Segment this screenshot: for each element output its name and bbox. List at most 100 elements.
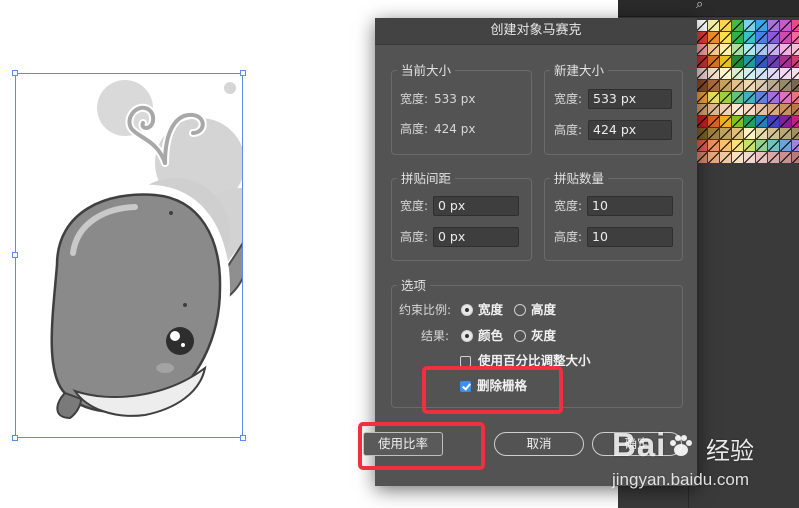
spacing-height-input[interactable]: 0 px: [433, 227, 519, 247]
color-swatch[interactable]: [768, 152, 779, 163]
color-swatch[interactable]: [720, 32, 731, 43]
color-swatch[interactable]: [768, 116, 779, 127]
color-swatch[interactable]: [792, 32, 799, 43]
color-swatch[interactable]: [756, 104, 767, 115]
color-swatch[interactable]: [708, 32, 719, 43]
color-swatch[interactable]: [792, 44, 799, 55]
color-swatch[interactable]: [696, 92, 707, 103]
color-swatch[interactable]: [732, 128, 743, 139]
color-swatch[interactable]: [696, 140, 707, 151]
new-height-input[interactable]: 424 px: [588, 120, 672, 140]
color-swatch[interactable]: [792, 116, 799, 127]
color-swatch[interactable]: [696, 80, 707, 91]
selection-handle[interactable]: [240, 435, 246, 441]
color-swatch[interactable]: [744, 32, 755, 43]
color-swatch[interactable]: [708, 152, 719, 163]
color-swatch[interactable]: [720, 104, 731, 115]
color-swatch[interactable]: [696, 44, 707, 55]
color-swatch[interactable]: [792, 140, 799, 151]
color-swatch[interactable]: [744, 128, 755, 139]
color-swatch[interactable]: [780, 20, 791, 31]
color-swatch[interactable]: [732, 80, 743, 91]
color-swatch[interactable]: [744, 68, 755, 79]
color-swatch[interactable]: [732, 152, 743, 163]
color-swatch[interactable]: [696, 32, 707, 43]
color-swatch[interactable]: [732, 104, 743, 115]
color-swatch[interactable]: [792, 104, 799, 115]
color-swatch[interactable]: [732, 116, 743, 127]
color-swatch[interactable]: [744, 152, 755, 163]
color-swatch[interactable]: [732, 32, 743, 43]
color-swatch[interactable]: [792, 152, 799, 163]
color-swatch[interactable]: [732, 140, 743, 151]
selection-bounding-box[interactable]: [15, 73, 243, 438]
selection-handle[interactable]: [240, 70, 246, 76]
color-swatch[interactable]: [744, 44, 755, 55]
selection-handle[interactable]: [12, 70, 18, 76]
cancel-button[interactable]: 取消: [494, 432, 584, 456]
selection-handle[interactable]: [12, 435, 18, 441]
color-swatch[interactable]: [768, 56, 779, 67]
constrain-height-label[interactable]: 高度: [531, 302, 556, 318]
spacing-width-input[interactable]: 0 px: [433, 196, 519, 216]
constrain-height-radio[interactable]: [514, 304, 526, 316]
constrain-width-label[interactable]: 宽度: [478, 302, 503, 318]
color-swatch[interactable]: [696, 68, 707, 79]
constrain-width-radio[interactable]: [461, 304, 473, 316]
color-swatch[interactable]: [708, 128, 719, 139]
color-swatch[interactable]: [744, 20, 755, 31]
color-swatch[interactable]: [792, 80, 799, 91]
color-swatch[interactable]: [744, 92, 755, 103]
color-swatch[interactable]: [780, 104, 791, 115]
color-swatch[interactable]: [708, 116, 719, 127]
color-swatch[interactable]: [756, 92, 767, 103]
color-swatch[interactable]: [756, 44, 767, 55]
color-swatch[interactable]: [768, 68, 779, 79]
color-swatch[interactable]: [720, 56, 731, 67]
count-width-input[interactable]: 10: [587, 196, 673, 216]
color-swatch[interactable]: [720, 80, 731, 91]
color-swatch[interactable]: [720, 152, 731, 163]
color-swatch[interactable]: [720, 44, 731, 55]
color-swatch[interactable]: [696, 116, 707, 127]
color-swatch[interactable]: [768, 128, 779, 139]
color-swatch[interactable]: [744, 116, 755, 127]
color-swatch[interactable]: [792, 20, 799, 31]
color-swatch[interactable]: [768, 104, 779, 115]
color-swatch[interactable]: [744, 104, 755, 115]
color-swatch[interactable]: [780, 68, 791, 79]
color-swatch[interactable]: [708, 104, 719, 115]
color-swatch[interactable]: [696, 104, 707, 115]
color-swatch[interactable]: [744, 56, 755, 67]
color-swatch[interactable]: [708, 80, 719, 91]
result-gray-radio[interactable]: [514, 330, 526, 342]
color-swatch[interactable]: [720, 92, 731, 103]
color-swatch[interactable]: [780, 116, 791, 127]
color-swatch[interactable]: [708, 68, 719, 79]
color-swatch[interactable]: [780, 128, 791, 139]
color-swatch[interactable]: [732, 68, 743, 79]
color-swatch[interactable]: [756, 116, 767, 127]
color-swatch[interactable]: [768, 20, 779, 31]
color-swatch[interactable]: [756, 80, 767, 91]
color-swatch[interactable]: [756, 20, 767, 31]
color-swatch[interactable]: [768, 140, 779, 151]
color-swatch[interactable]: [756, 32, 767, 43]
swatch-search-bar[interactable]: ⌕: [618, 0, 799, 17]
color-swatch[interactable]: [708, 140, 719, 151]
color-swatch[interactable]: [696, 20, 707, 31]
color-swatch[interactable]: [732, 20, 743, 31]
color-swatch[interactable]: [792, 56, 799, 67]
color-swatch[interactable]: [768, 32, 779, 43]
color-swatch[interactable]: [708, 92, 719, 103]
color-swatch[interactable]: [708, 44, 719, 55]
result-color-radio[interactable]: [461, 330, 473, 342]
color-swatch[interactable]: [696, 56, 707, 67]
color-swatch[interactable]: [792, 92, 799, 103]
result-gray-label[interactable]: 灰度: [531, 328, 556, 344]
color-swatch[interactable]: [780, 80, 791, 91]
color-swatch[interactable]: [744, 140, 755, 151]
color-swatch[interactable]: [792, 68, 799, 79]
color-swatch[interactable]: [768, 92, 779, 103]
color-swatch[interactable]: [756, 128, 767, 139]
